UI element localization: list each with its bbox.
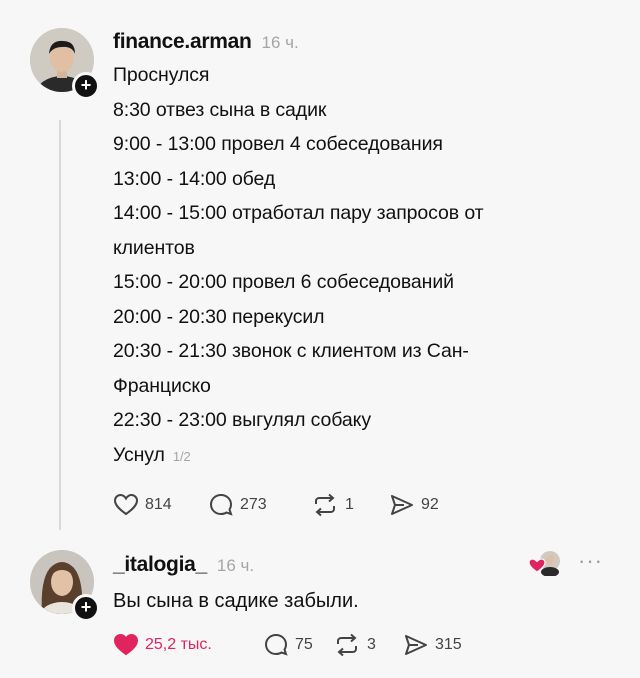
reply-author-avatar[interactable]: + [30, 550, 100, 622]
reply-header: _italogia_ 16 ч. [113, 553, 254, 577]
post-line: 22:30 - 23:00 выгулял собаку [113, 409, 371, 431]
send-icon [391, 495, 413, 515]
repost-icon [315, 493, 335, 517]
share-button[interactable]: 315 [403, 633, 462, 657]
more-options-button[interactable]: ··· [578, 548, 603, 574]
comment-bubble-icon [209, 493, 233, 516]
post-actions: 814 273 1 92 [113, 492, 439, 518]
follow-plus-icon[interactable]: + [72, 72, 100, 100]
reply-time: 16 ч. [216, 556, 255, 575]
like-count: 25,2 тыс. [145, 636, 212, 653]
post-line: 14:00 - 15:00 отработал пару запросов от [113, 202, 484, 224]
page-indicator: 1/2 [172, 448, 191, 464]
post-header: finance.arman 16 ч. [113, 30, 299, 54]
share-count: 315 [435, 636, 462, 653]
repost-button[interactable]: 1 [311, 493, 389, 517]
like-button[interactable]: 25,2 тыс. [113, 633, 263, 657]
post-line: Франциско [113, 374, 211, 397]
reply-username[interactable]: _italogia_ [113, 553, 207, 577]
repost-button[interactable]: 3 [333, 633, 403, 657]
like-count: 814 [145, 496, 172, 513]
post-line: Проснулся [113, 64, 210, 86]
comment-button[interactable]: 75 [263, 632, 333, 658]
heart-icon [113, 493, 139, 516]
post-line: 13:00 - 14:00 обед [113, 167, 276, 190]
share-count: 92 [421, 496, 439, 513]
post-body: Проснулся 8:30 отвез сына в садик 9:00 -… [113, 58, 484, 474]
post-line: 20:00 - 20:30 перекусил [113, 305, 325, 328]
post-line: 15:00 - 20:00 провел 6 собеседований [113, 271, 454, 293]
reply-text: Вы сына в садике забыли. [113, 590, 359, 612]
repost-count: 1 [345, 496, 354, 513]
share-button[interactable]: 92 [389, 493, 439, 517]
reply-actions: 25,2 тыс. 75 3 315 [113, 632, 462, 658]
comment-button[interactable]: 273 [208, 492, 311, 518]
comment-count: 273 [240, 496, 267, 513]
post-line-text: Уснул [113, 443, 165, 466]
author-avatar[interactable]: + [30, 28, 100, 100]
heart-filled-icon [113, 633, 139, 656]
post-line: 8:30 отвез сына в садик [113, 98, 327, 121]
thread-connector-line [59, 120, 61, 530]
post-line: 20:30 - 21:30 звонок с клиентом из Сан- [113, 340, 469, 362]
liked-by-author-icon [528, 550, 562, 581]
post-line: клиентов [113, 236, 195, 259]
post-username[interactable]: finance.arman [113, 30, 252, 54]
send-icon [405, 635, 427, 655]
comment-count: 75 [295, 636, 313, 653]
post-line: 9:00 - 13:00 провел 4 собеседования [113, 133, 443, 155]
follow-plus-icon[interactable]: + [72, 594, 100, 622]
post-line-last: Уснул 1/2 [113, 438, 484, 475]
repost-count: 3 [367, 636, 376, 653]
repost-icon [337, 633, 357, 657]
like-button[interactable]: 814 [113, 493, 208, 517]
post-time: 16 ч. [261, 33, 299, 52]
comment-bubble-icon [264, 633, 288, 656]
